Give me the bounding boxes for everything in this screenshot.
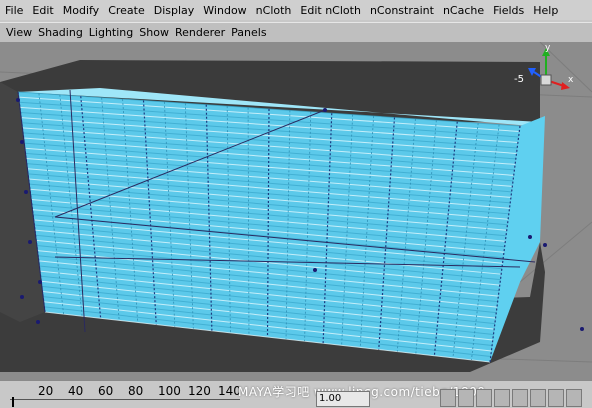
panel-menu-view[interactable]: View — [6, 26, 32, 39]
step-back-button[interactable] — [458, 389, 474, 407]
menu-ncloth[interactable]: nCloth — [256, 4, 292, 17]
menu-file[interactable]: File — [5, 4, 23, 17]
timeline-tick: 60 — [98, 384, 114, 398]
menu-ncache[interactable]: nCache — [443, 4, 484, 17]
panel-menu-renderer[interactable]: Renderer — [175, 26, 225, 39]
menu-display[interactable]: Display — [154, 4, 195, 17]
playback-options-button[interactable] — [566, 389, 582, 407]
axis-label-z: -5 — [514, 74, 524, 85]
menu-edit-ncloth[interactable]: Edit nCloth — [300, 4, 361, 17]
panel-menu-show[interactable]: Show — [139, 26, 169, 39]
timeline-tick: 80 — [128, 384, 144, 398]
menu-create[interactable]: Create — [108, 4, 145, 17]
view-axis-gizmo[interactable]: y x -5 — [514, 42, 574, 102]
menu-edit[interactable]: Edit — [32, 4, 53, 17]
main-menubar: File Edit Modify Create Display Window n… — [0, 0, 592, 20]
menu-nconstraint[interactable]: nConstraint — [370, 4, 434, 17]
menu-modify[interactable]: Modify — [63, 4, 99, 17]
view-cube-center[interactable] — [540, 74, 552, 86]
go-to-end-button[interactable] — [530, 389, 546, 407]
play-backwards-button[interactable] — [476, 389, 492, 407]
panel-menu-lighting[interactable]: Lighting — [89, 26, 133, 39]
go-to-start-button[interactable] — [440, 389, 456, 407]
panel-menubar: View Shading Lighting Show Renderer Pane… — [0, 22, 592, 43]
current-time-marker[interactable] — [12, 397, 14, 407]
timeline-tick: 120 — [188, 384, 211, 398]
axis-label-y: y — [545, 43, 551, 53]
menu-help[interactable]: Help — [533, 4, 558, 17]
timeline-tick: 20 — [38, 384, 54, 398]
next-key-button[interactable] — [548, 389, 564, 407]
current-time-field[interactable]: 1.00 — [316, 391, 370, 407]
step-forward-button[interactable] — [512, 389, 528, 407]
menu-fields[interactable]: Fields — [493, 4, 524, 17]
panel-menu-panels[interactable]: Panels — [231, 26, 266, 39]
time-slider[interactable]: 20 40 60 80 100 120 140 MAYA学习吧 www.linc… — [0, 380, 592, 408]
panel-menu-shading[interactable]: Shading — [38, 26, 83, 39]
timeline-tick: 40 — [68, 384, 84, 398]
play-forwards-button[interactable] — [494, 389, 510, 407]
timeline-tick: 100 — [158, 384, 181, 398]
menu-window[interactable]: Window — [203, 4, 246, 17]
perspective-viewport[interactable]: y x -5 — [0, 42, 592, 380]
timeline-track — [10, 399, 240, 400]
viewport-scene — [0, 42, 592, 380]
axis-label-x: x — [568, 75, 574, 85]
